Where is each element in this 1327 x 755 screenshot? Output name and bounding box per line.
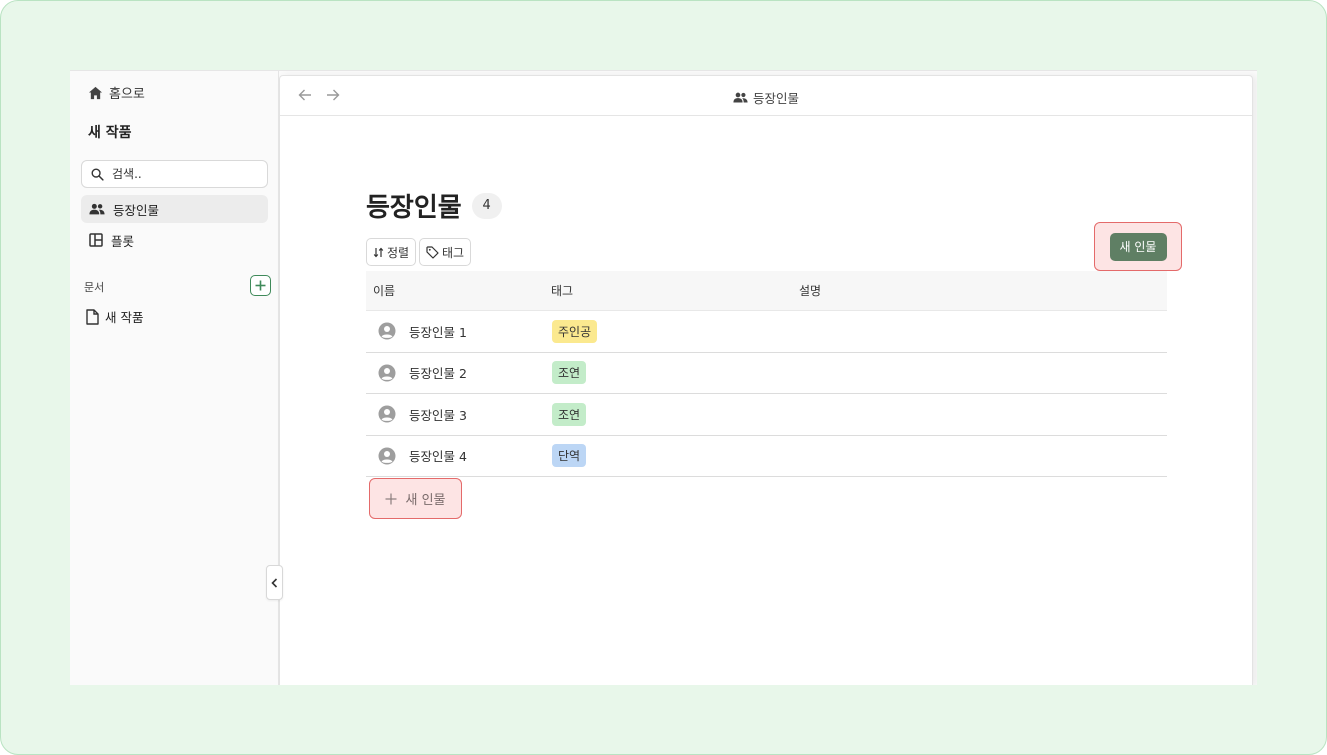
avatar-icon <box>378 322 396 340</box>
page-heading: 등장인물 4 <box>366 187 502 224</box>
app-window: 홈으로 새 작품 등장인물 플롯 문서 새 작품 <box>70 70 1257 685</box>
sort-icon <box>373 247 384 257</box>
tag-filter-button[interactable]: 태그 <box>419 238 472 266</box>
tag-badge: 단역 <box>552 444 587 468</box>
tag-label: 태그 <box>442 245 465 260</box>
avatar-icon <box>378 447 396 465</box>
avatar-icon <box>378 364 396 382</box>
cell-tag: 주인공 <box>544 319 792 343</box>
character-name: 등장인물 3 <box>409 407 467 423</box>
sidebar-item-plot[interactable]: 플롯 <box>81 226 268 254</box>
plus-icon <box>255 280 266 291</box>
home-link[interactable]: 홈으로 <box>88 83 145 102</box>
table-row[interactable]: 등장인물 3 조연 <box>366 394 1167 436</box>
cell-name: 등장인물 2 <box>366 363 544 382</box>
layout-icon <box>89 233 103 247</box>
new-character-highlight: 새 인물 <box>1094 222 1182 271</box>
document-item[interactable]: 새 작품 <box>86 307 143 326</box>
project-title: 새 작품 <box>88 125 132 141</box>
chevron-left-icon <box>271 577 278 588</box>
main-panel: 등장인물 등장인물 4 정렬 태그 새 인물 이름 태그 설명 등장인물 1 주… <box>279 75 1253 685</box>
tag-icon <box>426 245 439 259</box>
sidebar-item-characters[interactable]: 등장인물 <box>81 195 268 223</box>
top-bar: 등장인물 <box>280 76 1252 116</box>
documents-section-label: 문서 <box>84 281 105 294</box>
table-row[interactable]: 등장인물 4 단역 <box>366 436 1167 477</box>
people-icon <box>733 92 748 103</box>
home-icon <box>88 86 103 99</box>
column-header-description[interactable]: 설명 <box>792 282 1167 299</box>
document-label: 새 작품 <box>105 310 144 325</box>
tag-badge: 조연 <box>552 402 587 426</box>
character-name: 등장인물 2 <box>409 366 467 382</box>
cell-tag: 단역 <box>544 444 792 468</box>
add-document-button[interactable] <box>250 275 271 296</box>
breadcrumb-title: 등장인물 <box>752 91 799 106</box>
sort-label: 정렬 <box>387 245 410 260</box>
page-title: 등장인물 <box>366 193 462 223</box>
cell-tag: 조연 <box>544 361 792 385</box>
sidebar: 홈으로 새 작품 등장인물 플롯 문서 새 작품 <box>70 71 279 685</box>
home-label: 홈으로 <box>109 87 145 102</box>
breadcrumb: 등장인물 <box>280 88 1252 107</box>
search-box[interactable] <box>81 160 268 188</box>
table-row[interactable]: 등장인물 2 조연 <box>366 353 1167 394</box>
search-icon <box>91 168 104 181</box>
table-row[interactable]: 등장인물 1 주인공 <box>366 311 1167 353</box>
collapse-sidebar-button[interactable] <box>266 565 283 600</box>
sort-button[interactable]: 정렬 <box>366 238 417 266</box>
people-icon <box>89 203 105 215</box>
cell-name: 등장인물 4 <box>366 446 544 465</box>
character-name: 등장인물 1 <box>409 324 467 340</box>
sidebar-item-label: 플롯 <box>111 233 135 249</box>
cell-name: 등장인물 1 <box>366 322 544 341</box>
table-header: 이름 태그 설명 <box>366 271 1167 311</box>
add-character-label: 새 인물 <box>405 493 446 508</box>
count-badge: 4 <box>471 192 502 219</box>
avatar-icon <box>378 405 396 423</box>
cell-name: 등장인물 3 <box>366 405 544 424</box>
tag-badge: 주인공 <box>552 319 598 343</box>
new-character-button[interactable]: 새 인물 <box>1109 232 1167 261</box>
column-header-name[interactable]: 이름 <box>366 282 544 299</box>
document-icon <box>86 308 99 325</box>
characters-table: 이름 태그 설명 등장인물 1 주인공 등장인물 2 조연 등장인물 3 조연 … <box>366 271 1167 477</box>
cell-tag: 조연 <box>544 402 792 426</box>
tag-badge: 조연 <box>552 361 587 385</box>
sidebar-item-label: 등장인물 <box>113 202 160 218</box>
plus-icon <box>385 493 397 504</box>
column-header-tag[interactable]: 태그 <box>544 282 792 299</box>
search-input[interactable] <box>112 167 252 181</box>
add-character-row-button[interactable]: 새 인물 <box>369 478 462 519</box>
character-name: 등장인물 4 <box>409 449 467 465</box>
